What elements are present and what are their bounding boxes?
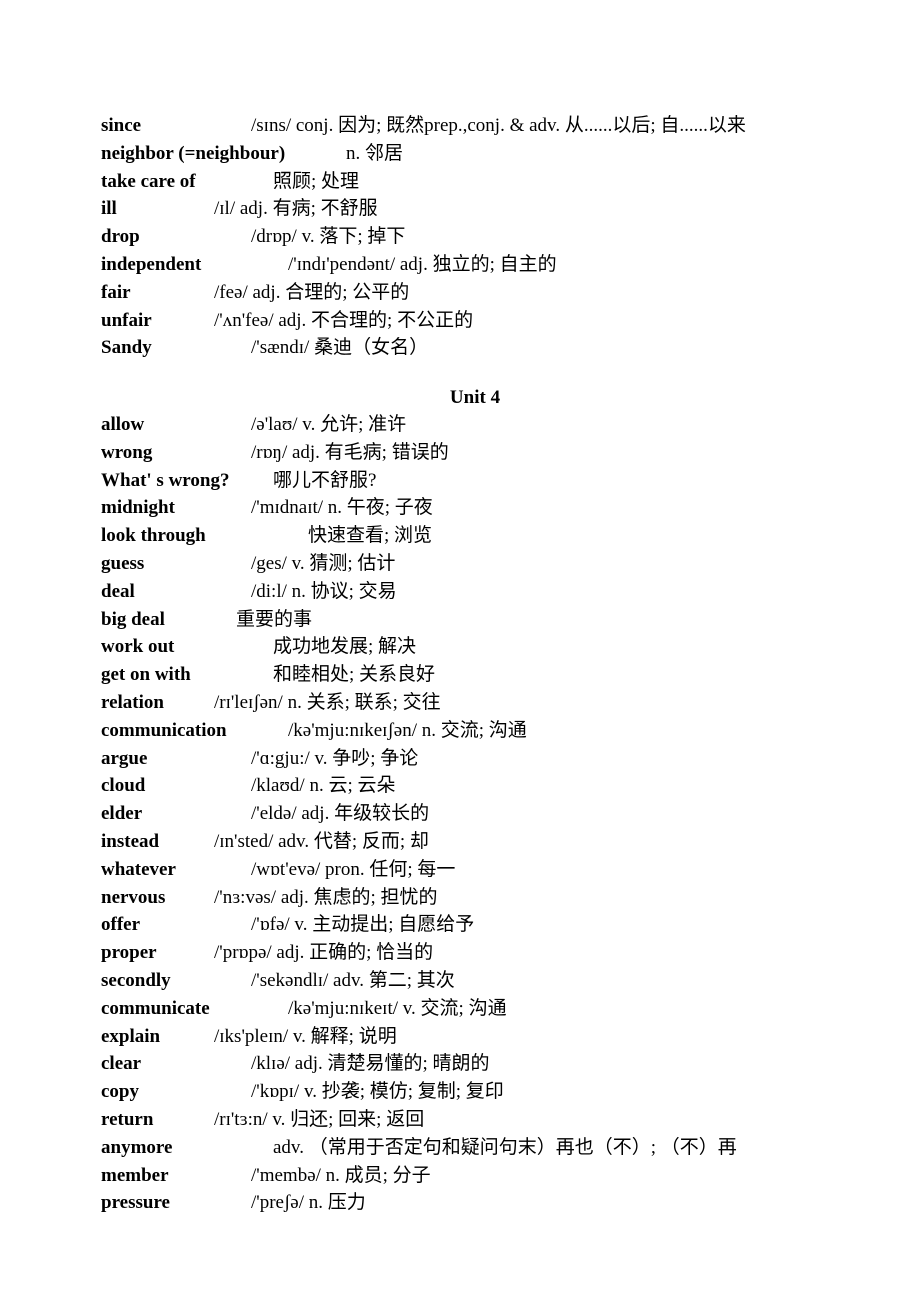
vocab-word: What' s wrong? bbox=[101, 469, 230, 491]
vocab-word: neighbor (=neighbour) bbox=[101, 142, 286, 164]
vocab-word: offer bbox=[101, 914, 141, 936]
vocab-definition: /ɪn'sted/ adv. 代替; 反而; 却 bbox=[214, 831, 429, 852]
vocab-definition: /sɪns/ conj. 因为; 既然prep.,conj. & adv. 从.… bbox=[251, 115, 746, 136]
vocab-definition: /klaʊd/ n. 云; 云朵 bbox=[251, 775, 396, 797]
vocab-word: relation bbox=[101, 692, 164, 713]
vocab-definition: /feə/ adj. 合理的; 公平的 bbox=[214, 281, 410, 303]
vocab-definition: /'preʃə/ n. 压力 bbox=[251, 1192, 366, 1214]
vocab-word: secondly bbox=[101, 970, 171, 991]
vocab-definition: 成功地发展; 解决 bbox=[273, 636, 417, 658]
vocab-definition: /'ʌn'feə/ adj. 不合理的; 不公正的 bbox=[214, 309, 474, 331]
vocab-definition: /'sekəndlɪ/ adv. 第二; 其次 bbox=[251, 970, 455, 991]
vocab-definition: /drɒp/ v. 落下; 掉下 bbox=[251, 226, 406, 248]
vocab-word: whatever bbox=[101, 858, 176, 880]
vocab-word: pressure bbox=[101, 1192, 170, 1214]
vocab-word: clear bbox=[101, 1053, 142, 1075]
vocab-definition: /klɪə/ adj. 清楚易懂的; 晴朗的 bbox=[251, 1053, 490, 1075]
vocab-definition: /'eldə/ adj. 年级较长的 bbox=[251, 803, 430, 825]
vocab-word: take care of bbox=[101, 170, 196, 192]
vocab-word: nervous bbox=[101, 886, 166, 908]
vocab-word: guess bbox=[101, 553, 145, 574]
vocab-word: explain bbox=[101, 1025, 161, 1047]
vocab-word: argue bbox=[101, 747, 148, 769]
vocab-definition: /'mɪdnaɪt/ n. 午夜; 子夜 bbox=[251, 497, 433, 519]
vocab-word: drop bbox=[101, 226, 140, 248]
vocab-definition: /rɪ'leɪʃən/ n. 关系; 联系; 交往 bbox=[214, 692, 441, 713]
vocab-word: communicate bbox=[101, 997, 210, 1019]
vocab-word: get on with bbox=[101, 664, 191, 686]
vocab-word: big deal bbox=[101, 608, 165, 630]
vocab-word: work out bbox=[101, 636, 175, 658]
vocab-word: allow bbox=[101, 414, 145, 435]
vocab-word: wrong bbox=[101, 441, 153, 463]
vocab-definition: /'prɒpə/ adj. 正确的; 恰当的 bbox=[214, 942, 434, 964]
vocab-definition: /ɪl/ adj. 有病; 不舒服 bbox=[214, 198, 378, 220]
vocab-word: return bbox=[101, 1109, 154, 1130]
vocab-word: since bbox=[101, 115, 142, 136]
vocab-definition: /ə'laʊ/ v. 允许; 准许 bbox=[251, 414, 407, 435]
vocab-definition: /kə'mju:nɪkeɪt/ v. 交流; 沟通 bbox=[288, 997, 507, 1019]
vocab-definition: 照顾; 处理 bbox=[273, 170, 360, 192]
vocab-definition: /'membə/ n. 成员; 分子 bbox=[251, 1164, 431, 1186]
vocab-word: cloud bbox=[101, 775, 146, 797]
vocab-word: communication bbox=[101, 719, 227, 741]
vocab-word: look through bbox=[101, 525, 206, 547]
vocab-definition: n. 邻居 bbox=[346, 142, 404, 164]
vocab-definition: /di:l/ n. 协议; 交易 bbox=[251, 580, 397, 602]
vocab-definition: adv. （常用于否定句和疑问句末）再也（不）; （不）再 bbox=[273, 1136, 737, 1158]
vocab-word: member bbox=[101, 1164, 169, 1186]
vocab-definition: /rɪ'tɜ:n/ v. 归还; 回来; 返回 bbox=[214, 1109, 425, 1130]
vocab-word: proper bbox=[101, 942, 157, 964]
vocab-definition: 哪儿不舒服? bbox=[273, 469, 377, 491]
vocab-definition: /kə'mju:nɪkeɪʃən/ n. 交流; 沟通 bbox=[288, 719, 527, 741]
vocab-word: midnight bbox=[101, 497, 175, 519]
vocab-word: deal bbox=[101, 580, 135, 602]
vocab-word: independent bbox=[101, 254, 202, 275]
vocab-definition: /rɒŋ/ adj. 有毛病; 错误的 bbox=[251, 441, 449, 463]
vocab-definition: /ɪks'pleɪn/ v. 解释; 说明 bbox=[214, 1025, 397, 1047]
vocab-word: instead bbox=[101, 831, 160, 852]
vocab-definition: /wɒt'evə/ pron. 任何; 每一 bbox=[251, 858, 456, 880]
vocab-definition: /'sændɪ/ 桑迪（女名） bbox=[251, 337, 429, 359]
vocab-definition: 重要的事 bbox=[236, 608, 313, 630]
vocab-definition: /ges/ v. 猜测; 估计 bbox=[251, 553, 396, 574]
vocab-word: unfair bbox=[101, 309, 152, 331]
vocab-definition: 快速查看; 浏览 bbox=[308, 525, 433, 547]
vocab-word: Sandy bbox=[101, 337, 152, 359]
vocab-definition: /'ɒfə/ v. 主动提出; 自愿给予 bbox=[251, 914, 475, 936]
vocab-definition: /'kɒpɪ/ v. 抄袭; 模仿; 复制; 复印 bbox=[251, 1081, 504, 1103]
vocab-word: copy bbox=[101, 1081, 139, 1103]
vocab-definition: /'ɑ:gju:/ v. 争吵; 争论 bbox=[251, 747, 419, 769]
unit-heading: Unit 4 bbox=[449, 387, 501, 408]
vocab-word: fair bbox=[101, 281, 131, 303]
vocab-word: elder bbox=[101, 803, 143, 825]
vocab-definition: 和睦相处; 关系良好 bbox=[273, 664, 436, 686]
vocab-definition: /'nɜ:vəs/ adj. 焦虑的; 担忧的 bbox=[214, 886, 438, 908]
vocab-word: ill bbox=[101, 198, 117, 220]
vocab-definition: /'ɪndɪ'pendənt/ adj. 独立的; 自主的 bbox=[288, 254, 557, 275]
vocab-word: anymore bbox=[101, 1136, 173, 1158]
